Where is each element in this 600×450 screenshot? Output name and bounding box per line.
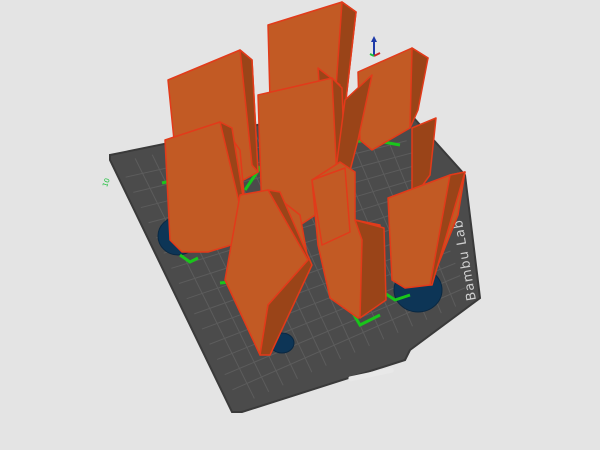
axis-origin-label: 10 xyxy=(101,177,112,188)
3d-viewport[interactable]: Bambu Lab 10 xyxy=(0,0,600,450)
axis-gizmo-icon xyxy=(369,36,381,57)
